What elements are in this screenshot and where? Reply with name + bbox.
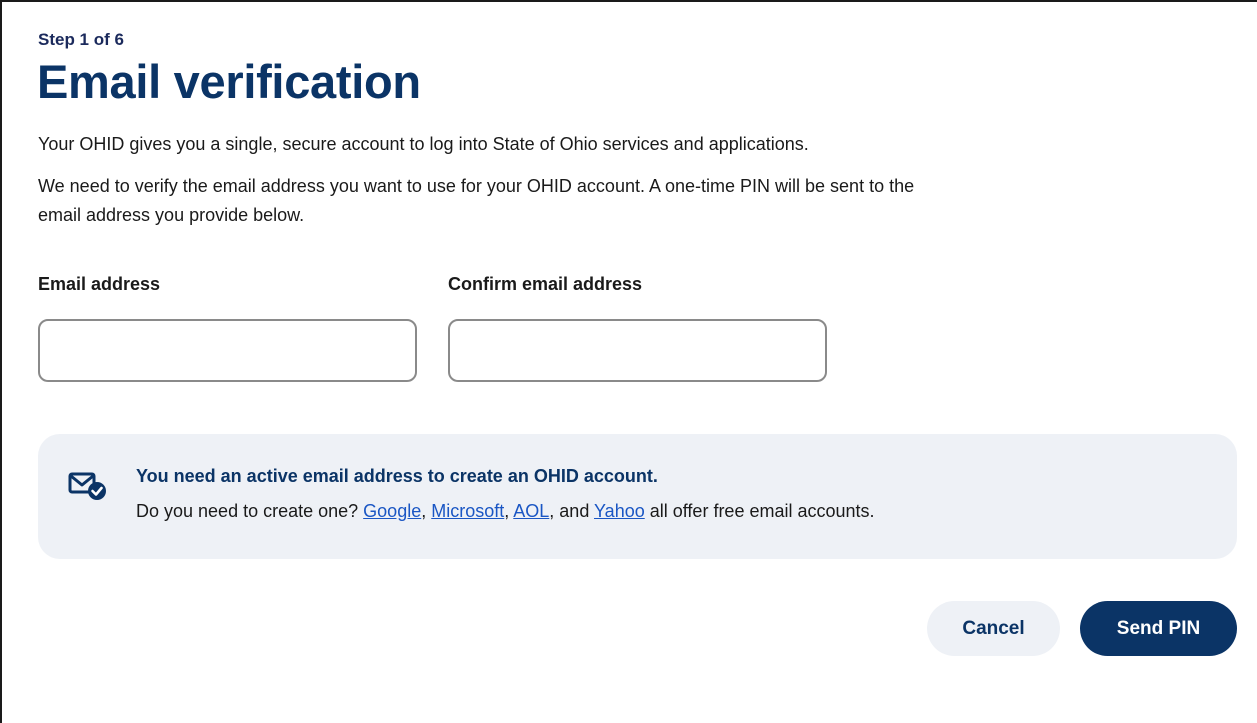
yahoo-link[interactable]: Yahoo <box>594 501 645 521</box>
confirm-email-label: Confirm email address <box>448 274 643 294</box>
email-verification-page: Step 1 of 6 Email verification Your OHID… <box>0 0 1257 723</box>
notice-separator: , and <box>549 501 595 521</box>
google-link[interactable]: Google <box>363 501 421 521</box>
page-title: Email verification <box>37 55 421 108</box>
email-label: Email address <box>38 274 161 294</box>
confirm-email-field[interactable] <box>448 319 827 382</box>
email-field[interactable] <box>38 319 417 382</box>
send-pin-button[interactable]: Send PIN <box>1080 601 1237 656</box>
aol-link[interactable]: AOL <box>513 501 549 521</box>
email-notice-panel: You need an active email address to crea… <box>38 434 1237 559</box>
notice-separator: , <box>421 501 432 521</box>
cancel-button[interactable]: Cancel <box>927 601 1060 656</box>
notice-prefix: Do you need to create one? <box>136 501 364 521</box>
notice-separator: , <box>504 501 514 521</box>
step-indicator: Step 1 of 6 <box>38 30 124 49</box>
microsoft-link[interactable]: Microsoft <box>431 501 504 521</box>
notice-suffix: all offer free email accounts. <box>644 501 875 521</box>
intro-paragraph: Your OHID gives you a single, secure acc… <box>38 134 809 154</box>
instructions-paragraph: We need to verify the email address you … <box>38 176 915 225</box>
notice-body: Do you need to create one? Google, Micro… <box>136 501 875 522</box>
mail-check-icon <box>68 470 108 502</box>
notice-title: You need an active email address to crea… <box>136 466 658 486</box>
